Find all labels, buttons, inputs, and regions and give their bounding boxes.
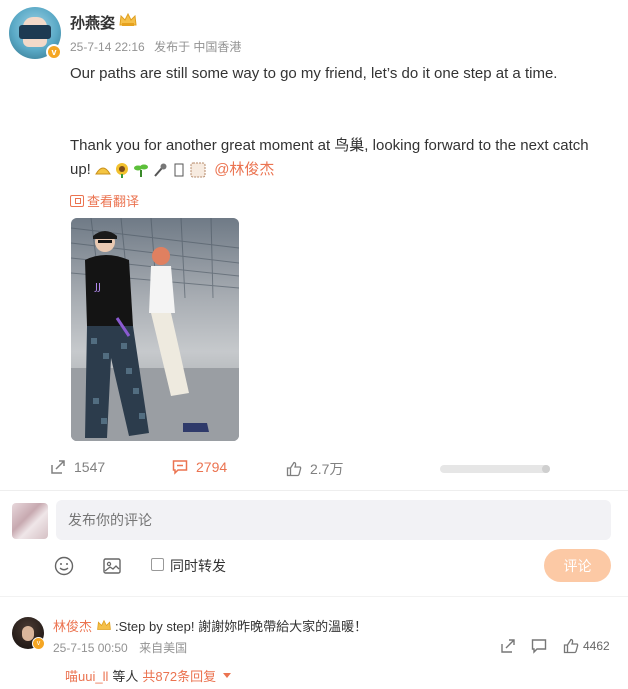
emoji-picker-button[interactable] [53, 555, 75, 577]
post-timestamp[interactable]: 25-7-14 22:16 [70, 40, 145, 54]
commenter-name[interactable]: 林俊杰 [53, 616, 92, 635]
post-text-line-2: Thank you for another great moment at 鸟巢… [70, 134, 610, 182]
translate-link[interactable]: 查看翻译 [70, 191, 139, 210]
translate-label: 查看翻译 [87, 194, 140, 209]
commenter-face [22, 626, 34, 641]
share-count: 1547 [74, 459, 106, 475]
comment-text: 林俊杰 :Step by step! 謝謝妳昨晚帶給大家的溫暖！ [53, 616, 367, 635]
commenter-verified-icon: v [32, 637, 45, 650]
post-text-line-1: Our paths are still some way to go my fr… [70, 65, 558, 82]
comment-reply-button[interactable] [531, 638, 547, 657]
comment-icon [172, 460, 188, 475]
svg-text:JJ: JJ [94, 282, 101, 293]
my-avatar [12, 503, 48, 539]
mention-link[interactable]: @林俊杰 [214, 161, 274, 178]
comment-share-icon [501, 639, 515, 653]
sunflower-emoji [116, 163, 129, 179]
submit-comment-button[interactable]: 评论 [544, 549, 611, 582]
translate-icon [70, 194, 84, 207]
verified-badge-icon: v [46, 44, 62, 60]
sprout-emoji [134, 164, 149, 178]
author-name[interactable]: 孙燕姿 [70, 12, 115, 33]
repost-label[interactable]: 同时转发 [170, 556, 226, 576]
comment-body: :Step by step! 謝謝妳昨晚帶給大家的溫暖！ [115, 619, 368, 634]
vip-crown-icon [119, 12, 137, 26]
share-icon [51, 460, 65, 474]
comment-like-count: 4462 [583, 639, 610, 653]
comment-timestamp: 25-7-15 00:50 [53, 641, 128, 655]
share-button[interactable]: 1547 [50, 459, 105, 475]
post-action-bar: 1547 2794 2.7万 [0, 459, 628, 481]
smiley-icon [54, 556, 74, 576]
repost-checkbox[interactable] [151, 558, 164, 571]
taco-emoji [95, 167, 111, 175]
comment-like-button[interactable]: 4462 [563, 638, 610, 654]
post-image-art: JJ [71, 218, 239, 441]
emoji-row [95, 162, 206, 179]
comment-button[interactable]: 2794 [172, 459, 227, 475]
blurred-region [440, 465, 550, 473]
image-upload-button[interactable] [101, 555, 123, 577]
post-meta: 25-7-14 22:16 发布于 中国香港 [70, 38, 247, 55]
comment-input[interactable] [56, 500, 611, 540]
comment-thumbs-up-icon [563, 638, 579, 654]
microphone-emoji [154, 163, 167, 177]
image-icon [103, 558, 121, 574]
comment-divider [0, 596, 628, 597]
comment-reply-icon [531, 639, 547, 654]
post-location: 发布于 中国香港 [154, 40, 242, 54]
frame-emoji [190, 162, 206, 178]
chevron-down-icon [223, 673, 232, 678]
commenter-crown-icon [97, 619, 111, 630]
thumbs-up-icon [286, 461, 302, 477]
section-divider [0, 490, 628, 491]
comment-meta: 25-7-15 00:50 来自美国 [53, 639, 195, 656]
comment-count: 2794 [196, 459, 228, 475]
replies-count[interactable]: 共872条回复 [142, 666, 216, 685]
like-count: 2.7万 [310, 461, 344, 477]
replies-mid: 等人 [112, 669, 139, 684]
avatar-camera [19, 25, 51, 39]
comment-share-button[interactable] [500, 638, 516, 657]
like-button[interactable]: 2.7万 [286, 459, 343, 479]
post-image[interactable]: JJ [71, 218, 239, 441]
placeholder-box [174, 163, 184, 177]
replies-user[interactable]: 喵uui_ll [65, 666, 108, 685]
replies-link[interactable]: 喵uui_ll 等人 共872条回复 [65, 666, 232, 685]
comment-location: 来自美国 [139, 641, 188, 655]
